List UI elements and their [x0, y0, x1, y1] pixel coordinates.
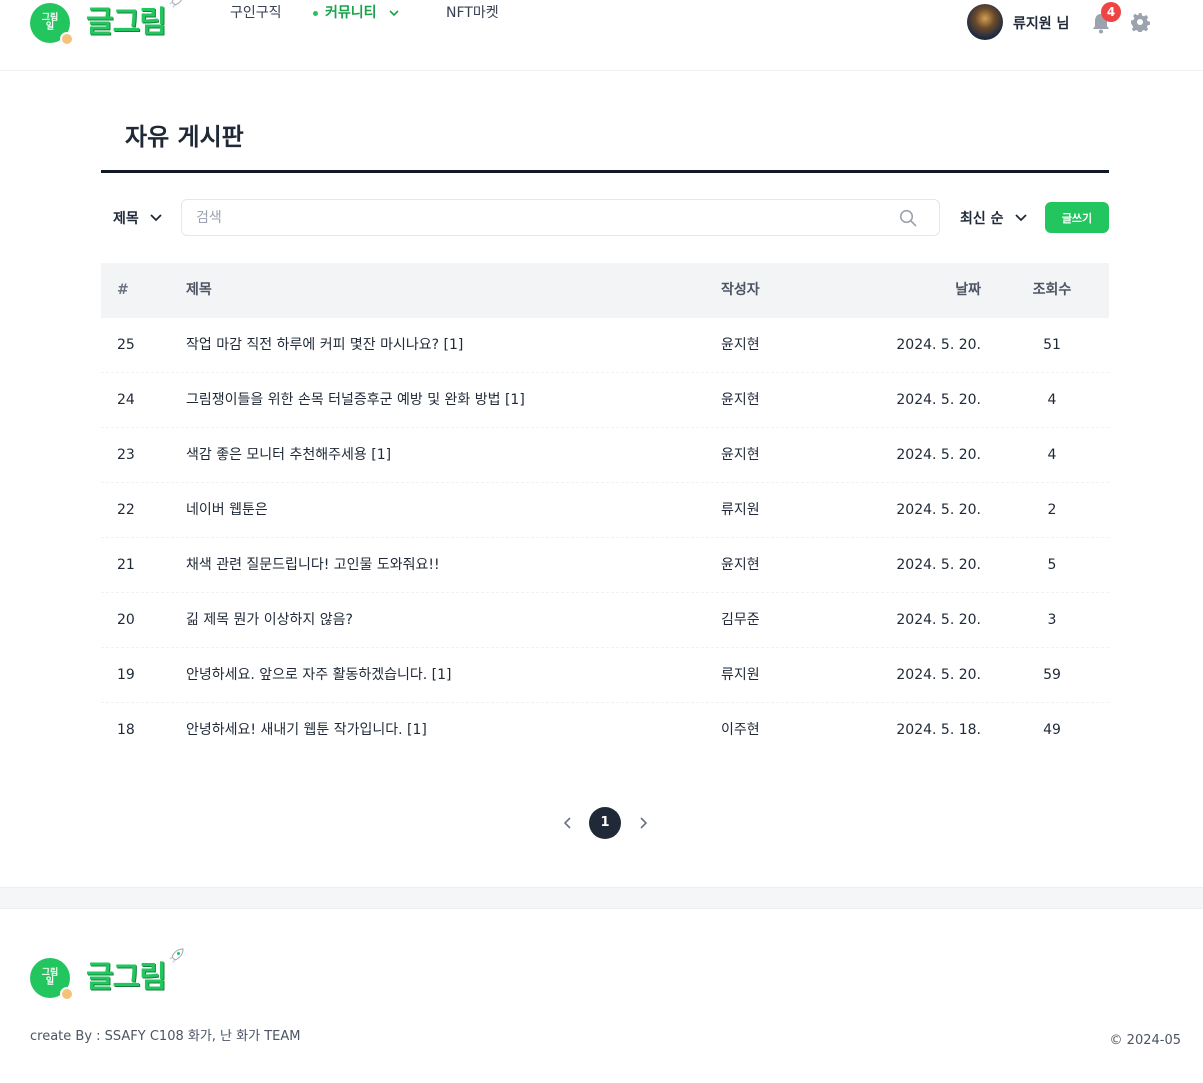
column-header-author: 작성자 — [721, 282, 760, 298]
row-title[interactable]: 채색 관련 질문드립니다! 고인물 도와줘요!! — [186, 538, 440, 593]
row-num: 23 — [117, 447, 135, 463]
footer-copyright: © 2024-05 — [1109, 1033, 1181, 1048]
column-header-date: 날짜 — [955, 282, 981, 298]
row-author: 류지원 — [721, 502, 760, 518]
top-header: 그림 일 글그림 구인구직 커뮤니티 NFT마켓 류지원 님 4 — [0, 0, 1203, 71]
search-filter-select[interactable]: 제목 — [113, 207, 163, 229]
table-row[interactable]: 21 채색 관련 질문드립니다! 고인물 도와줘요!! 윤지현 2024. 5.… — [101, 538, 1109, 593]
footer-logo[interactable]: 그림 일 글그림 — [30, 948, 184, 1001]
sort-value: 최신 순 — [960, 211, 1004, 227]
row-views: 4 — [1047, 447, 1057, 463]
row-num: 21 — [117, 557, 135, 573]
row-views: 5 — [1047, 557, 1057, 573]
row-num: 22 — [117, 502, 135, 518]
rocket-icon — [168, 0, 182, 8]
row-author: 이주현 — [721, 722, 760, 738]
row-title[interactable]: 안녕하세요. 앞으로 자주 활동하겠습니다. [1] — [186, 648, 452, 703]
table-row[interactable]: 24 그림쟁이들을 위한 손목 터널증후군 예방 및 완화 방법 [1] 윤지현… — [101, 373, 1109, 428]
chevron-down-icon — [1014, 214, 1027, 222]
notification-badge: 4 — [1101, 2, 1121, 22]
nav-community-label: 커뮤니티 — [325, 5, 377, 21]
pagination: 1 — [560, 807, 660, 839]
row-num: 18 — [117, 722, 135, 738]
table-row[interactable]: 22 네이버 웹툰은 류지원 2024. 5. 20. 2 — [101, 483, 1109, 538]
search-box — [181, 199, 940, 236]
row-date: 2024. 5. 20. — [896, 667, 981, 683]
page-title: 자유 게시판 — [125, 123, 244, 151]
row-views: 59 — [1043, 667, 1061, 683]
active-dot-icon — [313, 10, 318, 16]
row-views: 51 — [1043, 337, 1061, 353]
logo-badge-icon: 그림 일 — [30, 3, 74, 46]
search-input[interactable] — [196, 200, 886, 235]
row-title[interactable]: 긺 제목 뭔가 이상하지 않음? — [186, 593, 353, 648]
brand-logo[interactable]: 그림 일 글그림 — [30, 0, 182, 46]
footer-divider — [0, 887, 1203, 909]
row-num: 20 — [117, 612, 135, 628]
row-title[interactable]: 색감 좋은 모니터 추천해주세용 [1] — [186, 428, 391, 483]
row-views: 49 — [1043, 722, 1061, 738]
chevron-down-icon — [388, 10, 399, 17]
row-date: 2024. 5. 20. — [896, 392, 981, 408]
row-views: 2 — [1047, 502, 1057, 518]
user-area: 류지원 님 4 — [963, 2, 1203, 44]
row-author: 윤지현 — [721, 392, 760, 408]
row-author: 류지원 — [721, 667, 760, 683]
nav-jobs[interactable]: 구인구직 — [230, 3, 300, 23]
row-author: 윤지현 — [721, 557, 760, 573]
footer-credit: create By : SSAFY C108 화가, 난 화가 TEAM — [30, 1029, 301, 1044]
row-num: 19 — [117, 667, 135, 683]
title-divider — [101, 170, 1109, 173]
row-num: 25 — [117, 337, 135, 353]
table-row[interactable]: 25 작업 마감 직전 하루에 커피 몇잔 마시나요? [1] 윤지현 2024… — [101, 318, 1109, 373]
search-filter-value: 제목 — [113, 211, 139, 227]
row-date: 2024. 5. 20. — [896, 447, 981, 463]
nav-community[interactable]: 커뮤니티 — [313, 3, 433, 23]
user-name[interactable]: 류지원 님 — [1013, 13, 1069, 33]
page-button-current[interactable]: 1 — [589, 807, 621, 839]
table-header: # 제목 작성자 날짜 조회수 — [101, 263, 1109, 318]
column-header-title: 제목 — [186, 282, 212, 298]
brand-name: 글그림 — [86, 948, 184, 994]
row-views: 3 — [1047, 612, 1057, 628]
write-post-button[interactable]: 글쓰기 — [1045, 202, 1109, 233]
row-title[interactable]: 안녕하세요! 새내기 웹툰 작가입니다. [1] — [186, 703, 427, 758]
row-title[interactable]: 그림쟁이들을 위한 손목 터널증후군 예방 및 완화 방법 [1] — [186, 373, 525, 428]
row-date: 2024. 5. 20. — [896, 612, 981, 628]
table-row[interactable]: 18 안녕하세요! 새내기 웹툰 작가입니다. [1] 이주현 2024. 5.… — [101, 703, 1109, 758]
row-views: 4 — [1047, 392, 1057, 408]
chevron-down-icon — [150, 214, 162, 222]
sort-select[interactable]: 최신 순 — [960, 207, 1028, 229]
row-date: 2024. 5. 20. — [896, 557, 981, 573]
row-title[interactable]: 네이버 웹툰은 — [186, 483, 268, 538]
row-author: 김무준 — [721, 612, 760, 628]
row-author: 윤지현 — [721, 447, 760, 463]
row-date: 2024. 5. 20. — [896, 502, 981, 518]
table-row[interactable]: 23 색감 좋은 모니터 추천해주세용 [1] 윤지현 2024. 5. 20.… — [101, 428, 1109, 483]
posts-table: # 제목 작성자 날짜 조회수 25 작업 마감 직전 하루에 커피 몇잔 마시… — [101, 263, 1109, 758]
table-row[interactable]: 19 안녕하세요. 앞으로 자주 활동하겠습니다. [1] 류지원 2024. … — [101, 648, 1109, 703]
brand-name: 글그림 — [86, 0, 182, 39]
chevron-right-icon[interactable] — [635, 815, 651, 831]
nav-nft[interactable]: NFT마켓 — [446, 3, 516, 23]
table-row[interactable]: 20 긺 제목 뭔가 이상하지 않음? 김무준 2024. 5. 20. 3 — [101, 593, 1109, 648]
rocket-icon — [168, 948, 184, 963]
column-header-views: 조회수 — [1032, 282, 1072, 298]
row-num: 24 — [117, 392, 135, 408]
gear-icon[interactable] — [1130, 12, 1150, 32]
row-date: 2024. 5. 18. — [896, 722, 981, 738]
avatar[interactable] — [967, 4, 1003, 40]
row-author: 윤지현 — [721, 337, 760, 353]
search-icon[interactable] — [899, 209, 917, 227]
column-header-num: # — [117, 282, 129, 298]
row-title[interactable]: 작업 마감 직전 하루에 커피 몇잔 마시나요? [1] — [186, 318, 463, 373]
chevron-left-icon[interactable] — [560, 815, 576, 831]
row-date: 2024. 5. 20. — [896, 337, 981, 353]
logo-badge-icon: 그림 일 — [30, 958, 74, 1001]
